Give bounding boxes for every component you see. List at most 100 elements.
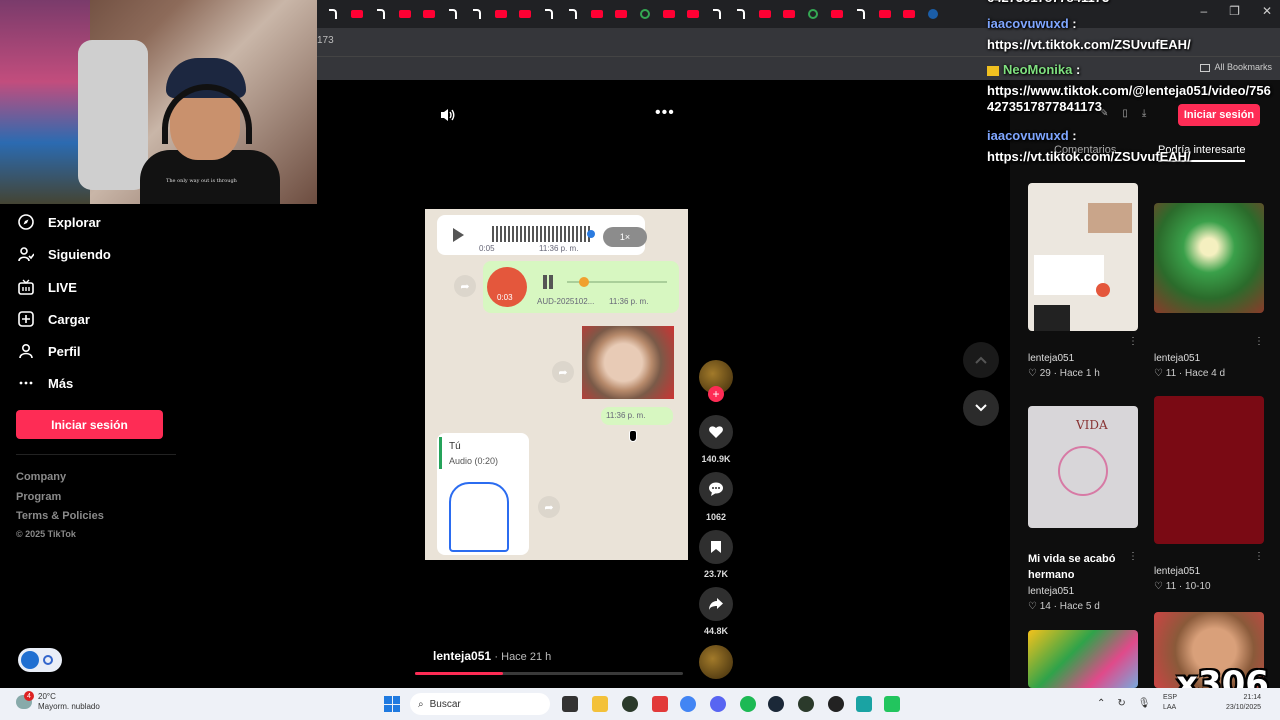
nav-cargar[interactable]: Cargar xyxy=(18,311,90,327)
youtube-tab-icon[interactable] xyxy=(489,2,513,26)
card-author[interactable]: lenteja051 xyxy=(1154,353,1200,364)
chevron-up-icon[interactable]: ⌃ xyxy=(1097,698,1105,709)
card-options-icon[interactable]: ⋮ xyxy=(1254,336,1264,347)
previous-video-button[interactable] xyxy=(963,342,999,378)
chrome-icon[interactable] xyxy=(680,696,696,712)
youtube-tab-icon[interactable] xyxy=(345,2,369,26)
comment-button[interactable] xyxy=(699,472,733,506)
video-frame[interactable]: 1× 0:05 11:36 p. m. ➦ 0:03 AUD-2025102..… xyxy=(425,209,688,560)
video-progress-bar[interactable] xyxy=(415,672,683,675)
save-button[interactable] xyxy=(699,530,733,564)
tiktok-tab-icon[interactable] xyxy=(849,2,873,26)
youtube-tab-icon[interactable] xyxy=(585,2,609,26)
nav-live[interactable]: LIVE xyxy=(18,279,77,295)
music-disc-icon[interactable] xyxy=(699,645,733,679)
steam-tab-icon[interactable] xyxy=(921,2,945,26)
video-thumbnail[interactable] xyxy=(1028,630,1138,688)
video-thumbnail[interactable] xyxy=(1028,183,1138,331)
sync-icon[interactable]: ↻ xyxy=(1117,698,1125,709)
youtube-tab-icon[interactable] xyxy=(777,2,801,26)
notepad-icon[interactable] xyxy=(856,696,872,712)
like-button[interactable] xyxy=(699,415,733,449)
youtube-icon xyxy=(879,10,891,18)
file-explorer-icon[interactable] xyxy=(592,696,608,712)
footer-terms-link[interactable]: Terms & Policies xyxy=(16,510,104,522)
steam-icon[interactable] xyxy=(768,696,784,712)
footer-company-link[interactable]: Company xyxy=(16,471,66,483)
tiktok-tab-icon[interactable] xyxy=(465,2,489,26)
taskbar-search[interactable]: ⌕ Buscar xyxy=(410,693,550,715)
card-options-icon[interactable]: ⋮ xyxy=(1128,551,1138,562)
volume-icon[interactable] xyxy=(440,108,456,125)
start-button[interactable] xyxy=(384,696,400,712)
nav-siguiendo[interactable]: Siguiendo xyxy=(18,246,111,262)
youtube-tab-icon[interactable] xyxy=(873,2,897,26)
tiktok-tab-icon[interactable] xyxy=(321,2,345,26)
tiktok-tab-icon[interactable] xyxy=(561,2,585,26)
obs-icon[interactable] xyxy=(828,696,844,712)
youtube-tab-icon[interactable] xyxy=(393,2,417,26)
youtube-tab-icon[interactable] xyxy=(825,2,849,26)
tiktok-tab-icon[interactable] xyxy=(705,2,729,26)
next-video-button[interactable] xyxy=(963,390,999,426)
discord-icon[interactable] xyxy=(710,696,726,712)
compass-icon xyxy=(18,214,34,230)
card-options-icon[interactable]: ⋮ xyxy=(1254,551,1264,562)
youtube-tab-icon[interactable] xyxy=(681,2,705,26)
image-time-bubble: 11:36 p. m. xyxy=(601,407,673,425)
youtube-tab-icon[interactable] xyxy=(657,2,681,26)
google-icon xyxy=(808,9,818,19)
card-author[interactable]: lenteja051 xyxy=(1154,566,1200,577)
login-button[interactable]: Iniciar sesión xyxy=(16,410,163,439)
video-thumbnail[interactable]: VIDA xyxy=(1028,406,1138,528)
youtube-tab-icon[interactable] xyxy=(609,2,633,26)
card-author[interactable]: lenteja051 xyxy=(1028,353,1074,364)
play-icon[interactable] xyxy=(453,228,464,242)
forward-icon[interactable]: ➦ xyxy=(454,275,476,297)
language-indicator[interactable]: ESP LAA xyxy=(1163,693,1177,713)
youtube-tab-icon[interactable] xyxy=(417,2,441,26)
video-author[interactable]: lenteja051 xyxy=(433,649,491,663)
more-options-icon[interactable]: ••• xyxy=(655,104,675,122)
tiktok-tab-icon[interactable] xyxy=(537,2,561,26)
follow-plus-icon[interactable]: + xyxy=(708,386,724,402)
tiktok-tab-icon[interactable] xyxy=(441,2,465,26)
clock[interactable]: 21:14 23/10/2025 xyxy=(1226,693,1261,713)
tiktok-tab-icon[interactable] xyxy=(729,2,753,26)
app-red-icon[interactable] xyxy=(652,696,668,712)
video-thumbnail[interactable] xyxy=(1154,203,1264,313)
youtube-tab-icon[interactable] xyxy=(897,2,921,26)
youtube-tab-icon[interactable] xyxy=(513,2,537,26)
microphone-icon[interactable]: 🎙 xyxy=(1138,698,1151,709)
xbox-app-icon[interactable] xyxy=(798,696,814,712)
card-author[interactable]: lenteja051 xyxy=(1028,586,1074,597)
youtube-tab-icon[interactable] xyxy=(753,2,777,26)
spotify-icon[interactable] xyxy=(740,696,756,712)
forward-icon[interactable]: ➦ xyxy=(552,361,574,383)
card-options-icon[interactable]: ⋮ xyxy=(1128,336,1138,347)
nav-perfil[interactable]: Perfil xyxy=(18,343,81,359)
google-tab-icon[interactable] xyxy=(633,2,657,26)
heart-icon xyxy=(709,426,723,438)
nav-explorar[interactable]: Explorar xyxy=(18,214,101,230)
app-toggle[interactable] xyxy=(18,648,62,672)
seek-dot[interactable] xyxy=(587,230,595,238)
speed-button[interactable]: 1× xyxy=(603,227,647,247)
card-title[interactable]: Mi vida se acabó hermano xyxy=(1028,551,1138,583)
audio-thumb[interactable] xyxy=(579,277,589,287)
xbox-icon[interactable] xyxy=(622,696,638,712)
app-green-icon[interactable] xyxy=(884,696,900,712)
footer-program-link[interactable]: Program xyxy=(16,491,61,503)
video-thumbnail[interactable] xyxy=(1154,396,1264,544)
card-likes: 11 xyxy=(1165,368,1177,379)
profile-icon xyxy=(18,343,34,359)
share-button[interactable] xyxy=(699,587,733,621)
nav-mas[interactable]: Más xyxy=(18,375,73,391)
forward-icon[interactable]: ➦ xyxy=(538,496,560,518)
pause-icon[interactable] xyxy=(543,275,547,289)
cat-image[interactable] xyxy=(582,326,674,399)
task-view-icon[interactable] xyxy=(562,696,578,712)
weather-widget[interactable]: 4 20°C Mayorm. nublado xyxy=(16,691,100,712)
google-tab-icon[interactable] xyxy=(801,2,825,26)
tiktok-tab-icon[interactable] xyxy=(369,2,393,26)
